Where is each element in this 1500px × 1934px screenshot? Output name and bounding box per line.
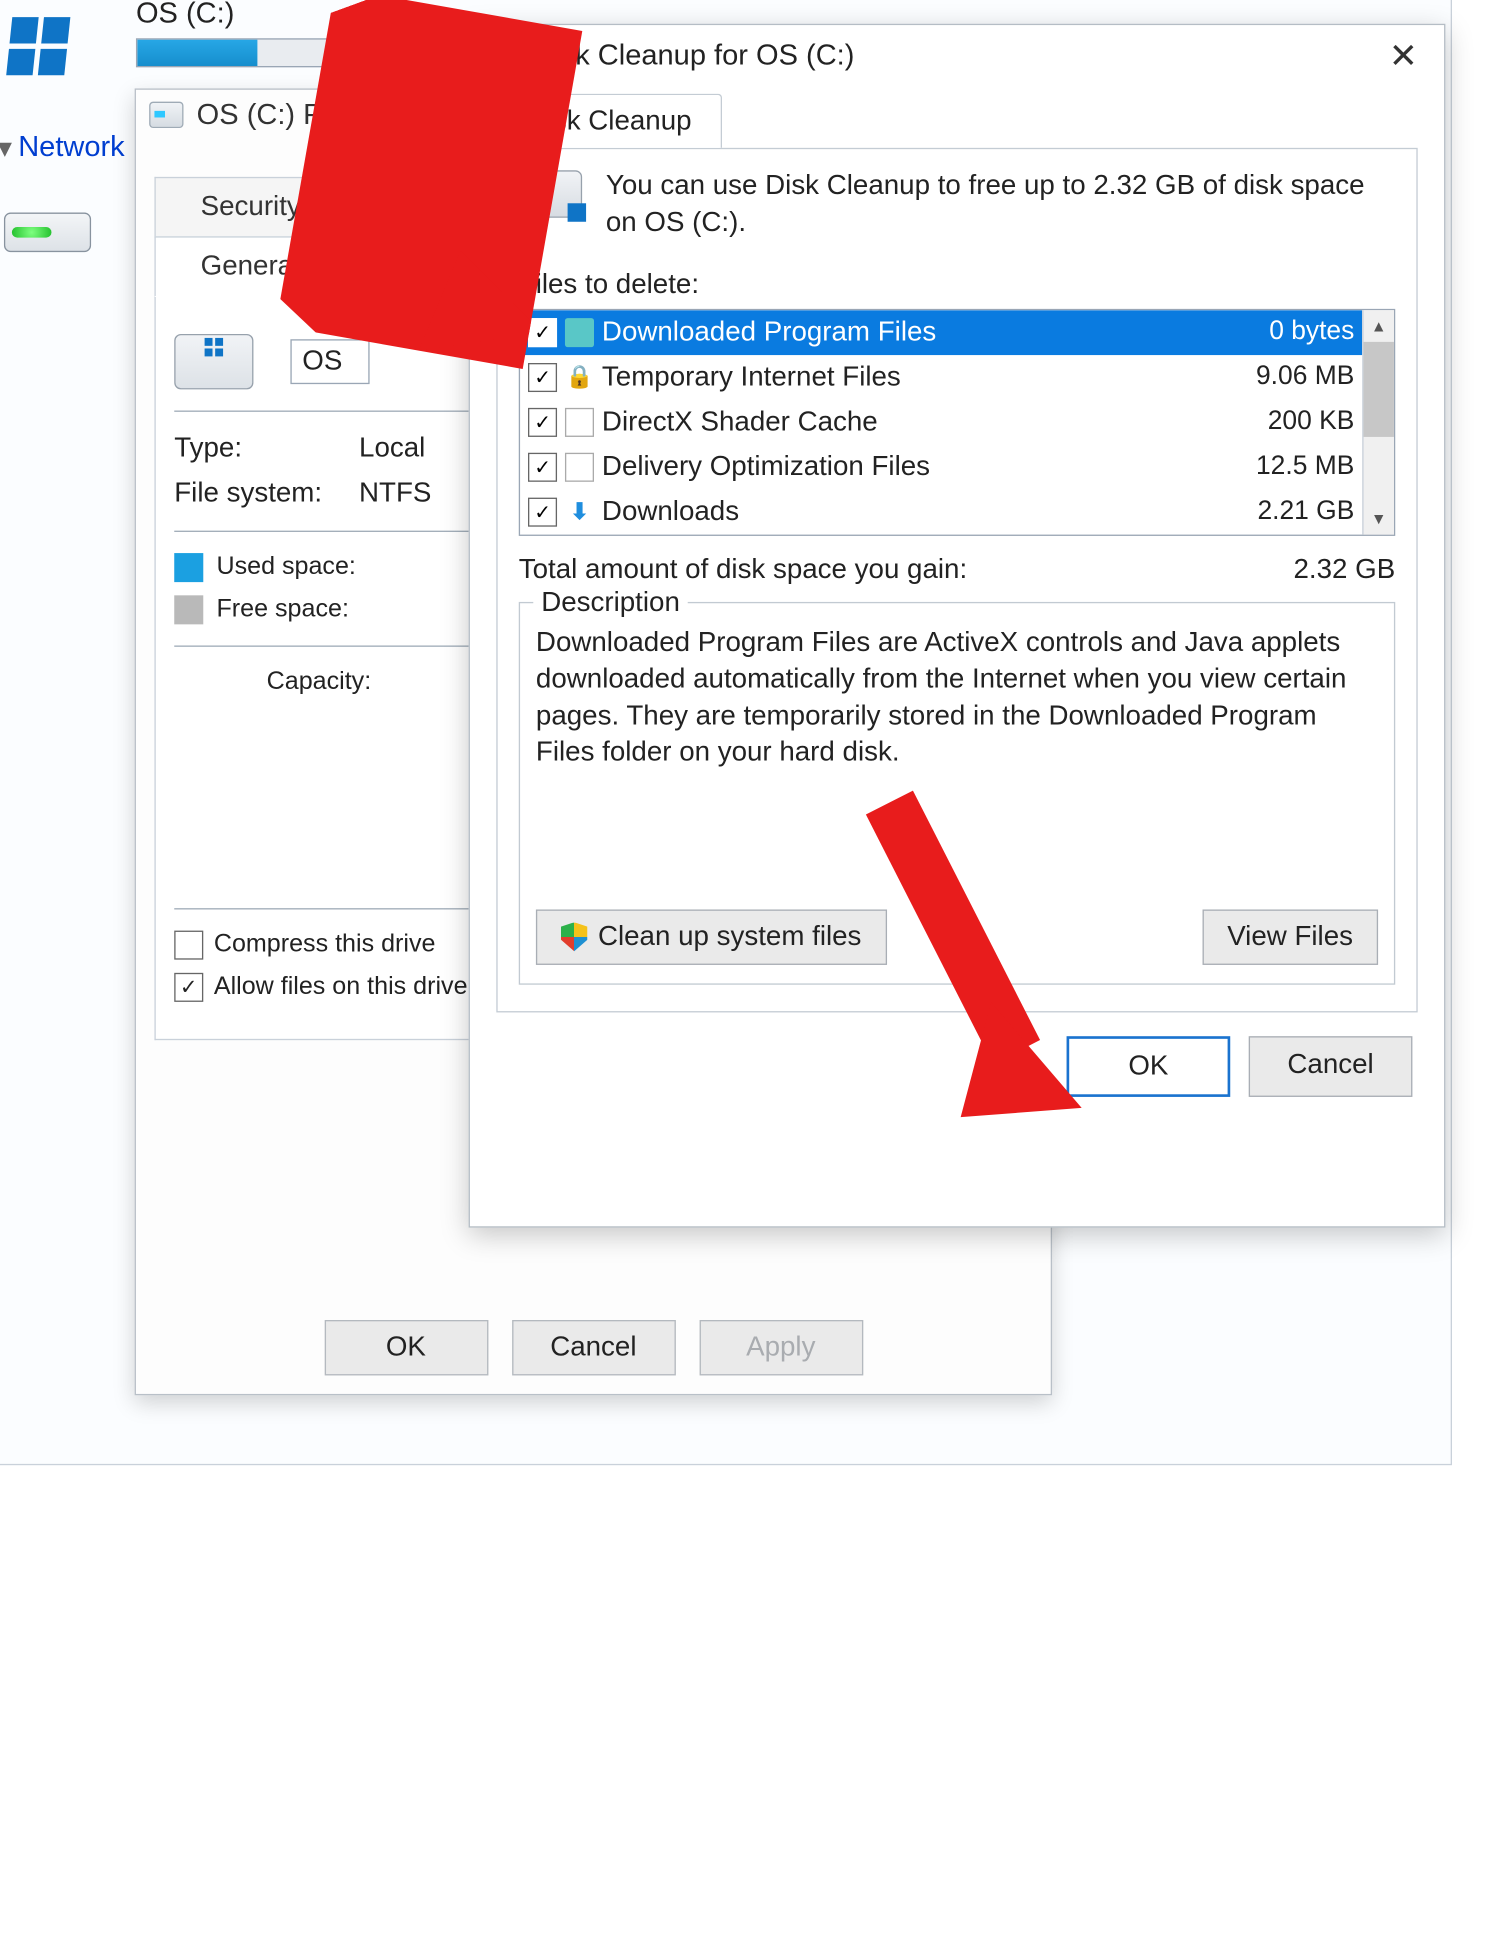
doc-icon [565, 407, 594, 436]
file-checkbox[interactable]: ✓ [528, 318, 557, 347]
file-name: DirectX Shader Cache [602, 406, 1257, 438]
file-checkbox[interactable]: ✓ [528, 363, 557, 392]
down-icon: ⬇ [565, 497, 594, 526]
drive-large-icon [174, 334, 253, 389]
compress-checkbox[interactable] [174, 931, 203, 960]
compress-label: Compress this drive [214, 931, 436, 960]
file-size: 0 bytes [1269, 317, 1354, 347]
cleanup-intro-text: You can use Disk Cleanup to free up to 2… [606, 168, 1395, 243]
view-files-button[interactable]: View Files [1202, 909, 1378, 964]
description-text: Downloaded Program Files are ActiveX con… [536, 624, 1378, 771]
scroll-up-button[interactable]: ▲ [1364, 310, 1394, 342]
chevron-right-icon: ▶ [0, 143, 17, 157]
file-name: Downloads [602, 496, 1247, 528]
scroll-thumb[interactable] [1364, 341, 1394, 436]
total-gain-label: Total amount of disk space you gain: [519, 554, 967, 586]
free-space-label: Free space: [216, 595, 348, 624]
drive-icon [149, 102, 183, 128]
free-swatch [174, 595, 203, 624]
file-size: 2.21 GB [1257, 497, 1354, 527]
file-name: Delivery Optimization Files [602, 451, 1246, 483]
file-size: 200 KB [1268, 407, 1355, 437]
file-item[interactable]: ✓ 🔒 Temporary Internet Files 9.06 MB [520, 355, 1362, 400]
file-item[interactable]: ✓ Delivery Optimization Files 12.5 MB [520, 444, 1362, 489]
filesystem-label: File system: [174, 478, 359, 510]
files-listbox[interactable]: ✓ Downloaded Program Files 0 bytes ✓ 🔒 Tempor… [519, 308, 1395, 535]
properties-cancel-button[interactable]: Cancel [512, 1320, 676, 1375]
close-button[interactable]: ✕ [1378, 38, 1428, 72]
type-label: Type: [174, 433, 359, 465]
file-item[interactable]: ✓ ⬇ Downloads 2.21 GB [520, 489, 1362, 534]
cleanup-titlebar[interactable]: Disk Cleanup for OS (C:) ✕ [470, 25, 1444, 86]
file-size: 12.5 MB [1256, 452, 1354, 482]
cleanup-title: Disk Cleanup for OS (C:) [533, 38, 1378, 72]
file-checkbox[interactable]: ✓ [528, 452, 557, 481]
used-swatch [174, 553, 203, 582]
folder-icon [565, 318, 594, 347]
scroll-down-button[interactable]: ▼ [1364, 503, 1394, 535]
files-to-delete-label: Files to delete: [519, 269, 1395, 301]
hard-drive-icon [4, 213, 96, 263]
file-item[interactable]: ✓ DirectX Shader Cache 200 KB [520, 400, 1362, 445]
file-name: Temporary Internet Files [602, 361, 1246, 393]
used-space-label: Used space: [216, 553, 355, 582]
scrollbar[interactable]: ▲ ▼ [1362, 310, 1394, 534]
windows-icon [9, 17, 67, 75]
file-checkbox[interactable]: ✓ [528, 497, 557, 526]
total-gain-value: 2.32 GB [1294, 554, 1396, 586]
shield-icon [561, 922, 587, 951]
description-label: Description [533, 587, 688, 619]
lock-icon: 🔒 [565, 363, 594, 392]
properties-ok-button[interactable]: OK [324, 1320, 488, 1375]
file-checkbox[interactable]: ✓ [528, 407, 557, 436]
sidebar-item-network[interactable]: ▶Network [0, 129, 125, 163]
capacity-label: Capacity: [267, 668, 372, 697]
doc-icon [565, 452, 594, 481]
cleanup-cancel-button[interactable]: Cancel [1249, 1036, 1413, 1097]
allow-index-checkbox[interactable]: ✓ [174, 973, 203, 1002]
properties-apply-button: Apply [699, 1320, 863, 1375]
filesystem-value: NTFS [359, 478, 431, 510]
file-name: Downloaded Program Files [602, 316, 1259, 348]
type-value: Local [359, 433, 425, 465]
file-item[interactable]: ✓ Downloaded Program Files 0 bytes [520, 310, 1362, 355]
drive-name-input[interactable]: OS [290, 339, 369, 384]
file-size: 9.06 MB [1256, 362, 1354, 392]
